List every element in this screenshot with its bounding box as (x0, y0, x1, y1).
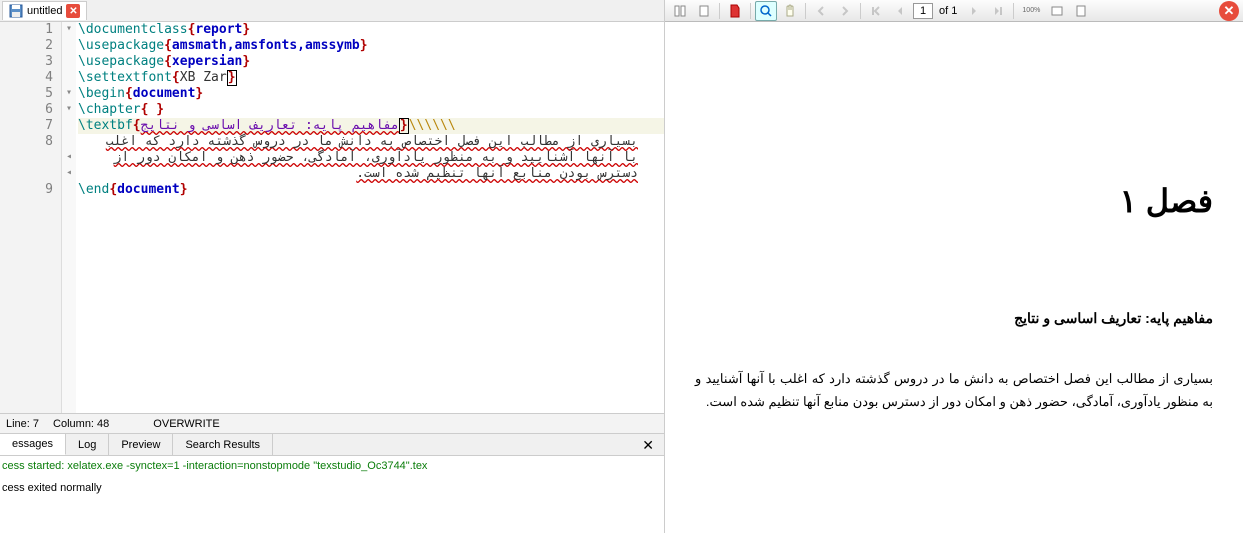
editor-pane: untitled ✕ 1 2 3 4 5 6 7 8 9 ▾ ▾ (0, 0, 665, 533)
bottom-tab-bar: essages Log Preview Search Results ✕ (0, 433, 664, 455)
fit-page-icon[interactable] (1070, 1, 1092, 21)
tab-log[interactable]: Log (66, 434, 109, 455)
fit-width-icon[interactable] (1046, 1, 1068, 21)
code-editor[interactable]: 1 2 3 4 5 6 7 8 9 ▾ ▾ ▾ ◂ ◂ (0, 22, 664, 413)
app-root: untitled ✕ 1 2 3 4 5 6 7 8 9 ▾ ▾ (0, 0, 1243, 533)
first-page-icon[interactable] (865, 1, 887, 21)
close-icon[interactable]: ✕ (66, 4, 80, 18)
editor-tab[interactable]: untitled ✕ (2, 1, 87, 20)
nav-back-icon[interactable] (810, 1, 832, 21)
prev-page-icon[interactable] (889, 1, 911, 21)
status-mode: OVERWRITE (153, 418, 219, 430)
status-line: Line: 7 (6, 418, 39, 430)
close-pdf-icon[interactable]: ✕ (1219, 1, 1239, 21)
tab-search-results[interactable]: Search Results (173, 434, 273, 455)
fold-marker[interactable]: ◂ (62, 150, 76, 166)
close-panel-icon[interactable]: ✕ (632, 434, 664, 455)
page-number-input[interactable] (913, 3, 933, 19)
tab-title: untitled (27, 5, 62, 17)
pdf-bold-heading: مفاهیم پایه: تعاریف اساسی و نتایج (695, 310, 1213, 327)
zoom-actual-icon[interactable]: 100% (1018, 1, 1044, 21)
pdf-document-view[interactable]: فصل ۱ مفاهیم پایه: تعاریف اساسی و نتایج … (665, 22, 1243, 533)
editor-status-bar: Line: 7 Column: 48 OVERWRITE (0, 413, 664, 433)
log-panel[interactable]: cess started: xelatex.exe -synctex=1 -in… (0, 455, 664, 533)
fold-marker[interactable]: ▾ (62, 86, 76, 102)
pdf-toolbar: of 1 100% ✕ (665, 0, 1243, 22)
view-mode-icon[interactable] (669, 1, 691, 21)
status-column: Column: 48 (53, 418, 109, 430)
editor-tab-bar: untitled ✕ (0, 0, 664, 22)
tab-messages[interactable]: essages (0, 434, 66, 455)
log-line-start: cess started: xelatex.exe -synctex=1 -in… (2, 460, 662, 472)
fold-marker[interactable]: ◂ (62, 166, 76, 182)
fold-marker[interactable]: ▾ (62, 102, 76, 118)
hand-tool-icon[interactable] (779, 1, 801, 21)
code-lines[interactable]: \documentclass{report} \usepackage{amsma… (76, 22, 664, 413)
pdf-file-icon[interactable] (724, 1, 746, 21)
pdf-paragraph: بسیاری از مطالب این فصل اختصاص به دانش م… (695, 367, 1213, 414)
line-number-gutter: 1 2 3 4 5 6 7 8 9 (0, 22, 62, 413)
next-page-icon[interactable] (963, 1, 985, 21)
fold-gutter: ▾ ▾ ▾ ◂ ◂ (62, 22, 76, 413)
last-page-icon[interactable] (987, 1, 1009, 21)
fold-marker[interactable]: ▾ (62, 22, 76, 38)
pdf-pane: of 1 100% ✕ فصل ۱ مفاهیم پایه: تعاریف اس… (665, 0, 1243, 533)
nav-forward-icon[interactable] (834, 1, 856, 21)
page-layout-icon[interactable] (693, 1, 715, 21)
pdf-chapter-title: فصل ۱ (695, 182, 1213, 220)
zoom-tool-icon[interactable] (755, 1, 777, 21)
log-line-end: cess exited normally (2, 482, 662, 494)
disk-icon (9, 4, 23, 18)
page-total-label: of 1 (939, 5, 957, 17)
tab-preview[interactable]: Preview (109, 434, 173, 455)
